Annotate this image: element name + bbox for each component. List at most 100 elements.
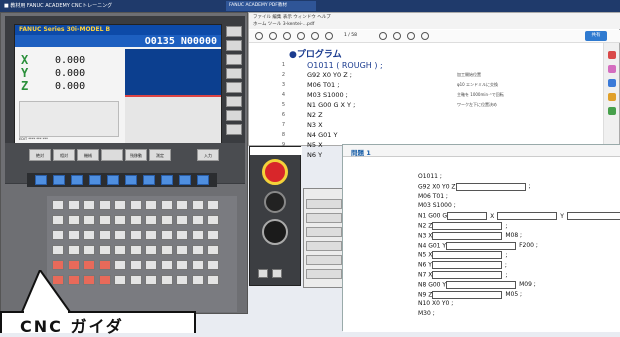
- mode-button[interactable]: [306, 199, 342, 209]
- function-key[interactable]: [35, 175, 47, 185]
- keypad-key[interactable]: [52, 230, 64, 240]
- keypad-key[interactable]: [176, 260, 188, 270]
- side-button[interactable]: [226, 124, 242, 135]
- keypad-key[interactable]: [160, 230, 173, 240]
- comment-icon[interactable]: [608, 79, 616, 87]
- mode-button[interactable]: [306, 241, 342, 251]
- function-key[interactable]: [89, 175, 101, 185]
- answer-input[interactable]: [446, 280, 517, 289]
- side-button[interactable]: [226, 26, 242, 37]
- page-indicator[interactable]: 1 / 58: [344, 33, 357, 38]
- cursor-icon[interactable]: [379, 32, 387, 40]
- mode-button[interactable]: [306, 255, 342, 265]
- keypad-key[interactable]: [145, 230, 157, 240]
- keypad-key[interactable]: [207, 215, 219, 225]
- side-button[interactable]: [226, 96, 242, 107]
- keypad-key[interactable]: [83, 245, 95, 255]
- keypad-key[interactable]: [191, 200, 204, 210]
- function-key[interactable]: [71, 175, 83, 185]
- search-icon[interactable]: [311, 32, 319, 40]
- keypad-key[interactable]: [176, 200, 188, 210]
- keypad-key[interactable]: [145, 245, 157, 255]
- answer-input[interactable]: [432, 290, 503, 299]
- answer-input[interactable]: [455, 182, 526, 191]
- keypad-key[interactable]: [98, 215, 111, 225]
- keypad-key[interactable]: [114, 215, 126, 225]
- side-button[interactable]: [226, 82, 242, 93]
- keypad-key[interactable]: [207, 200, 219, 210]
- keypad-key[interactable]: [114, 245, 126, 255]
- cycle-stop-button[interactable]: [272, 269, 282, 278]
- softkey[interactable]: 入力: [197, 149, 219, 161]
- keypad-key[interactable]: [52, 245, 64, 255]
- cycle-start-button[interactable]: [258, 269, 268, 278]
- keypad-key[interactable]: [129, 215, 142, 225]
- keypad-key[interactable]: [191, 215, 204, 225]
- keypad-key[interactable]: [160, 200, 173, 210]
- keypad-key[interactable]: [83, 230, 95, 240]
- keypad-key[interactable]: [207, 230, 219, 240]
- keypad-key[interactable]: [129, 200, 142, 210]
- softkey[interactable]: 残移動: [125, 149, 147, 161]
- pdf-menu-items[interactable]: ファイル 編集 表示 ウィンドウ ヘルプ: [253, 14, 617, 20]
- keypad-key[interactable]: [67, 260, 80, 270]
- keypad-key[interactable]: [145, 200, 157, 210]
- function-key[interactable]: [125, 175, 137, 185]
- hand-icon[interactable]: [393, 32, 401, 40]
- keypad-key[interactable]: [52, 215, 64, 225]
- keypad-key[interactable]: [98, 245, 111, 255]
- function-key[interactable]: [107, 175, 119, 185]
- function-key[interactable]: [53, 175, 65, 185]
- keypad-key[interactable]: [160, 275, 173, 285]
- emergency-stop-button[interactable]: [262, 159, 288, 185]
- keypad-key[interactable]: [129, 275, 142, 285]
- side-button[interactable]: [226, 40, 242, 51]
- function-key[interactable]: [143, 175, 155, 185]
- keypad-key[interactable]: [98, 200, 111, 210]
- keypad-key[interactable]: [129, 245, 142, 255]
- keypad-key[interactable]: [52, 200, 64, 210]
- softkey[interactable]: 機械: [77, 149, 99, 161]
- answer-input[interactable]: [431, 261, 502, 270]
- keypad-key[interactable]: [176, 215, 188, 225]
- keypad-key[interactable]: [160, 245, 173, 255]
- softkey[interactable]: [101, 149, 123, 161]
- upload-icon[interactable]: [325, 32, 333, 40]
- function-key[interactable]: [179, 175, 191, 185]
- keypad-key[interactable]: [83, 200, 95, 210]
- keypad-key[interactable]: [191, 275, 204, 285]
- keypad-key[interactable]: [145, 260, 157, 270]
- pdf-tabs[interactable]: ホーム ツール 3-kentei-...pdf: [253, 21, 617, 27]
- keypad-key[interactable]: [67, 245, 80, 255]
- answer-input[interactable]: [497, 212, 558, 221]
- keypad-key[interactable]: [67, 215, 80, 225]
- feed-override-knob[interactable]: [262, 219, 288, 245]
- answer-input[interactable]: [432, 222, 503, 230]
- side-button[interactable]: [226, 110, 242, 121]
- answer-input[interactable]: [566, 212, 620, 221]
- keypad-key[interactable]: [83, 215, 95, 225]
- keypad-key[interactable]: [176, 275, 188, 285]
- organize-icon[interactable]: [608, 93, 616, 101]
- bookmark-icon[interactable]: [269, 32, 277, 40]
- keypad-key[interactable]: [191, 245, 204, 255]
- keypad-key[interactable]: [145, 275, 157, 285]
- keypad-key[interactable]: [114, 200, 126, 210]
- keypad-key[interactable]: [176, 245, 188, 255]
- keypad-key[interactable]: [129, 230, 142, 240]
- keypad-key[interactable]: [191, 260, 204, 270]
- edit-pdf-icon[interactable]: [608, 65, 616, 73]
- mode-button[interactable]: [306, 227, 342, 237]
- keypad-key[interactable]: [207, 245, 219, 255]
- function-key[interactable]: [161, 175, 173, 185]
- mail-icon[interactable]: [297, 32, 305, 40]
- mode-button[interactable]: [306, 269, 342, 279]
- side-button[interactable]: [226, 54, 242, 65]
- answer-input[interactable]: [446, 241, 517, 250]
- keypad-key[interactable]: [98, 230, 111, 240]
- fill-sign-icon[interactable]: [608, 107, 616, 115]
- function-key[interactable]: [197, 175, 209, 185]
- answer-input[interactable]: [432, 251, 503, 260]
- keypad-key[interactable]: [52, 260, 64, 270]
- answer-input[interactable]: [447, 212, 488, 221]
